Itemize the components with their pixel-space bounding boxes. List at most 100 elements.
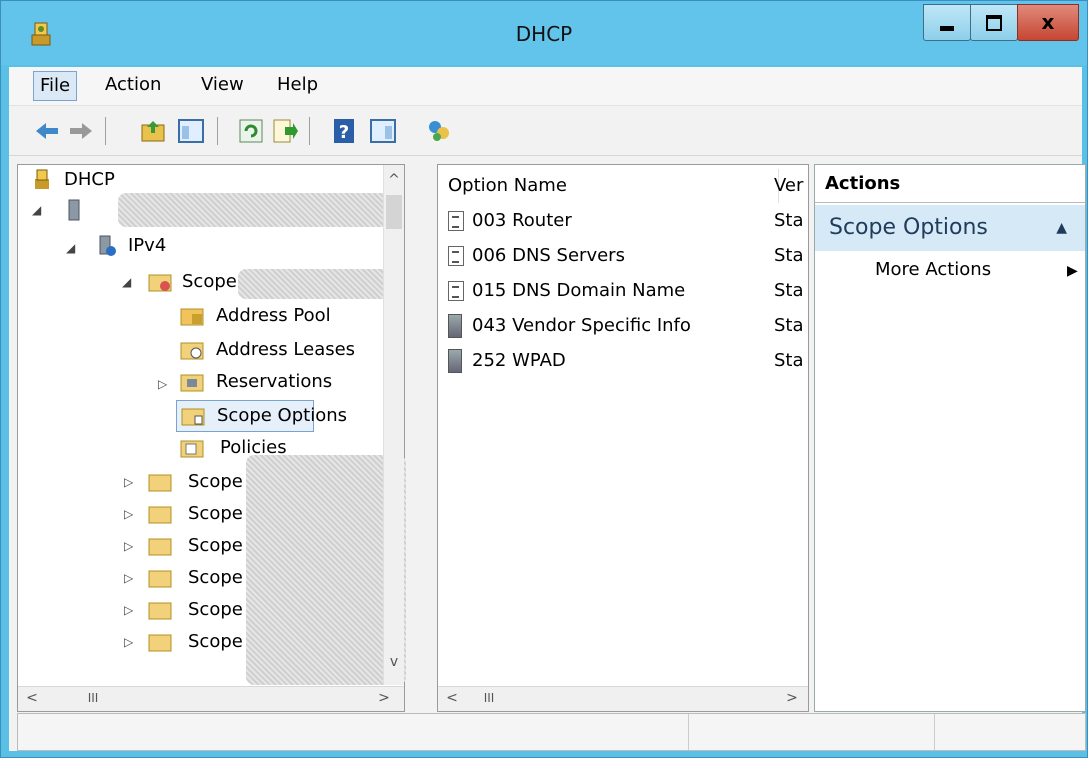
scroll-right-button[interactable]: >: [374, 687, 394, 709]
column-header-option-name[interactable]: Option Name: [438, 169, 779, 203]
tree-label-scope: Scope: [188, 631, 243, 652]
tree-label-scope: Scope: [188, 471, 243, 492]
tree-label-ipv4: IPv4: [128, 235, 167, 256]
scroll-down-button[interactable]: v: [384, 651, 404, 673]
option-name: 252 WPAD: [472, 350, 566, 371]
option-name: 003 Router: [472, 210, 572, 231]
redacted-scope-names: [246, 455, 406, 685]
back-arrow-icon[interactable]: [33, 117, 61, 145]
scroll-up-button[interactable]: ^: [384, 169, 404, 191]
tree-vertical-scrollbar[interactable]: ^ v: [383, 165, 404, 685]
option-name: 006 DNS Servers: [472, 245, 625, 266]
redacted-scope-name: [238, 269, 404, 299]
list-item[interactable]: 003 Router Sta: [448, 205, 804, 237]
tree-label-address-pool: Address Pool: [216, 305, 331, 326]
toolbar-separator: [105, 117, 106, 145]
redacted-server-name: [118, 193, 400, 227]
scroll-right-button[interactable]: >: [782, 687, 802, 709]
menu-view[interactable]: View: [195, 71, 250, 99]
toolbar-separator: [217, 117, 218, 145]
title-bar[interactable]: DHCP x: [1, 1, 1087, 65]
list-item[interactable]: 015 DNS Domain Name Sta: [448, 275, 804, 307]
show-hide-action-pane-icon[interactable]: [369, 117, 397, 145]
vendor-cell: Sta: [774, 245, 804, 266]
options-list[interactable]: Option Name Ver 003 Router Sta 006 DNS Ser…: [437, 164, 809, 712]
expand-scope-icon[interactable]: ▷: [124, 467, 133, 497]
show-hide-tree-icon[interactable]: [177, 117, 205, 145]
list-horizontal-scrollbar[interactable]: < III >: [438, 686, 808, 711]
menu-action[interactable]: Action: [99, 71, 167, 99]
tree-label-scope-options: Scope Options: [217, 405, 348, 426]
tree-label-scope: Scope: [188, 567, 243, 588]
menu-file[interactable]: File: [33, 71, 78, 101]
server-icon: [68, 199, 80, 221]
vendor-cell: Sta: [774, 315, 804, 336]
collapse-up-icon[interactable]: ▲: [1056, 205, 1067, 251]
vendor-cell: Sta: [774, 350, 804, 371]
up-folder-icon[interactable]: [139, 117, 167, 145]
help-icon[interactable]: ?: [331, 117, 359, 145]
svg-text:?: ?: [339, 122, 349, 143]
submenu-arrow-icon: ▶: [1067, 263, 1078, 279]
collapse-ipv4-icon[interactable]: ◢: [66, 241, 75, 255]
vendor-cell: Sta: [774, 280, 804, 301]
tree-label-reservations: Reservations: [216, 371, 333, 392]
minimize-button[interactable]: [923, 4, 971, 41]
scroll-thumb[interactable]: III: [474, 687, 504, 709]
status-divider: [934, 714, 935, 750]
expand-scope-icon[interactable]: ▷: [124, 499, 133, 529]
expand-reservations-icon[interactable]: ▷: [158, 377, 167, 391]
refresh-icon[interactable]: [237, 117, 265, 145]
maximize-button[interactable]: [970, 4, 1018, 41]
scope-folder-icon: [148, 474, 172, 492]
scroll-left-button[interactable]: <: [22, 687, 42, 709]
list-item[interactable]: 006 DNS Servers Sta: [448, 240, 804, 272]
menu-help[interactable]: Help: [271, 71, 324, 99]
expand-scope-icon[interactable]: ▷: [124, 595, 133, 625]
minimize-icon: [940, 26, 954, 31]
collapse-server-icon[interactable]: ◢: [32, 203, 41, 217]
tree-label-scope: Scope: [188, 503, 243, 524]
address-pool-icon: [180, 308, 204, 326]
menu-bar: File Action View Help: [9, 67, 1082, 106]
tree-horizontal-scrollbar[interactable]: < III >: [18, 686, 404, 711]
expand-scope-icon[interactable]: ▷: [124, 531, 133, 561]
collapse-scope-icon[interactable]: ◢: [122, 275, 131, 289]
list-item[interactable]: 043 Vendor Specific Info Sta: [448, 310, 804, 342]
column-header-vendor[interactable]: Ver: [774, 169, 808, 203]
scroll-thumb[interactable]: III: [78, 687, 108, 709]
ipv4-icon: [99, 235, 116, 256]
status-bar: [17, 713, 1086, 751]
vendor-cell: Sta: [774, 210, 804, 231]
address-leases-icon: [180, 342, 204, 360]
scope-folder-icon: [148, 538, 172, 556]
toolbar-separator: [309, 117, 310, 145]
export-list-icon[interactable]: [271, 117, 299, 145]
actions-group-scope-options[interactable]: Scope Options ▲: [815, 205, 1085, 251]
expand-scope-icon[interactable]: ▷: [124, 563, 133, 593]
scroll-left-button[interactable]: <: [442, 687, 462, 709]
policies-icon: [180, 440, 204, 458]
close-button[interactable]: x: [1017, 4, 1079, 41]
tree-label-address-leases: Address Leases: [216, 339, 356, 360]
option-name: 015 DNS Domain Name: [472, 280, 686, 301]
scope-folder-icon: [148, 506, 172, 524]
maximize-icon: [986, 15, 1002, 31]
console-tree[interactable]: DHCP ◢ ◢ IPv4 ◢ Scope Address Pool Addre…: [17, 164, 406, 712]
status-divider: [688, 714, 689, 750]
scope-folder-icon: [148, 602, 172, 620]
reservations-icon: [180, 374, 204, 392]
option-name: 043 Vendor Specific Info: [472, 315, 691, 336]
more-actions-label: More Actions: [875, 259, 992, 280]
list-item[interactable]: 252 WPAD Sta: [448, 345, 804, 377]
scroll-thumb[interactable]: [386, 195, 402, 229]
dhcp-window: DHCP x File Action View Help ? DHCP ◢ ◢ …: [0, 0, 1088, 758]
expand-scope-icon[interactable]: ▷: [124, 627, 133, 657]
option-icon: [448, 246, 464, 266]
scope-folder-icon: [148, 274, 172, 292]
forward-arrow-icon[interactable]: [67, 117, 95, 145]
dhcp-root-icon: [35, 169, 49, 189]
more-actions-item[interactable]: More Actions: [875, 259, 991, 280]
tree-item-scope-options[interactable]: Scope Options: [176, 400, 347, 432]
dhcp-servers-icon[interactable]: [425, 117, 453, 145]
